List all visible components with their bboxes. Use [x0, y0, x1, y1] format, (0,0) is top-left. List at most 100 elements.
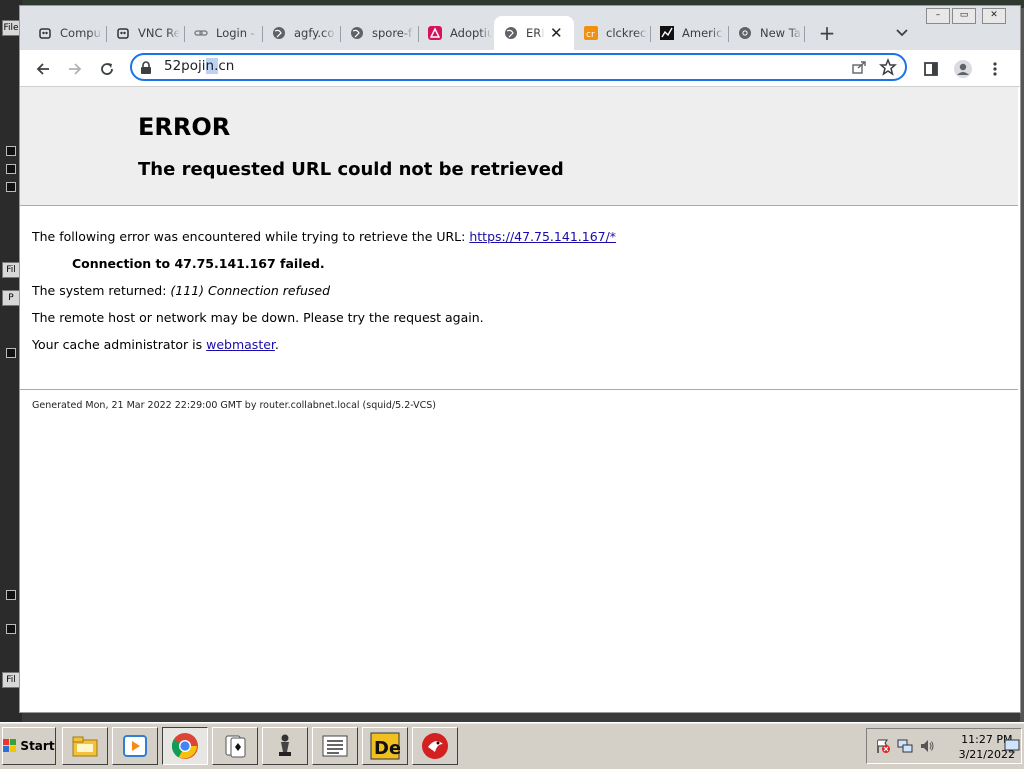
- page-title: ERROR: [138, 113, 231, 141]
- tab-title: Adoptiu: [450, 26, 492, 40]
- webmaster-link[interactable]: webmaster: [206, 337, 275, 352]
- taskbar-file-manager[interactable]: [62, 727, 108, 765]
- tab-title: clckreco: [606, 26, 648, 40]
- taskbar-media-player[interactable]: [112, 727, 158, 765]
- tab-title: Login -: [216, 26, 255, 40]
- svg-text:cr: cr: [586, 30, 595, 40]
- link-icon: [194, 26, 208, 40]
- address-input[interactable]: 52pojin.cn: [164, 58, 234, 74]
- back-arrow-icon: [36, 63, 49, 75]
- tab-agfy[interactable]: agfy.co: [262, 20, 338, 46]
- bookmark-star-icon[interactable]: [879, 57, 897, 80]
- background-menu-file-2[interactable]: Fil: [2, 262, 20, 278]
- tab-login[interactable]: Login -: [184, 20, 260, 46]
- reload-icon: [101, 63, 113, 75]
- lock-icon[interactable]: [140, 60, 152, 79]
- tab-vnc[interactable]: VNC Re: [106, 20, 182, 46]
- browser-window: – ▭ ✕ Computer VNC Re Login - agfy.co sp…: [20, 6, 1020, 712]
- tab-title: America: [682, 26, 724, 40]
- system-tray: 11:27 PM 3/21/2022: [866, 728, 1022, 764]
- page-subtitle: The requested URL could not be retrieved: [138, 159, 564, 180]
- show-desktop-icon[interactable]: [1004, 737, 1020, 753]
- side-panel-button[interactable]: [918, 56, 944, 82]
- tree-expander[interactable]: [6, 146, 16, 156]
- globe-icon: [504, 26, 518, 40]
- tab-computer[interactable]: Computer: [28, 20, 104, 46]
- svg-text:De: De: [374, 738, 400, 759]
- tab-title: spore-f: [372, 26, 413, 40]
- taskbar-chrome[interactable]: [162, 727, 208, 765]
- tab-title: New Ta: [760, 26, 801, 40]
- list-icon: [322, 735, 348, 757]
- robot-icon: [38, 26, 52, 40]
- url-link[interactable]: https://47.75.141.167/*: [469, 229, 616, 244]
- remote-host-message: The remote host or network may be down. …: [32, 310, 484, 325]
- tree-expander[interactable]: [6, 590, 16, 600]
- menu-button[interactable]: [982, 56, 1008, 82]
- generated-footer: Generated Mon, 21 Mar 2022 22:29:00 GMT …: [32, 400, 436, 411]
- taskbar-de-app[interactable]: De: [362, 727, 408, 765]
- reload-button[interactable]: [94, 56, 120, 82]
- action-center-flag-icon[interactable]: [875, 738, 891, 754]
- tab-title: VNC Re: [138, 26, 180, 40]
- de-icon: De: [370, 732, 400, 760]
- browser-toolbar: 52pojin.cn: [20, 50, 1020, 87]
- tab-title: agfy.co: [294, 26, 335, 40]
- taskbar-list-app[interactable]: [312, 727, 358, 765]
- cr-icon: cr: [584, 26, 598, 40]
- background-app-strip: File Fil P Fil: [0, 0, 22, 722]
- background-window-edge: [1020, 8, 1024, 722]
- chess-icon: [279, 734, 291, 756]
- tab-new-tab[interactable]: New Ta: [728, 20, 804, 46]
- avatar-icon: [954, 60, 972, 78]
- tab-strip: – ▭ ✕ Computer VNC Re Login - agfy.co sp…: [20, 6, 1020, 50]
- taskbar-cards-game[interactable]: [212, 727, 258, 765]
- maximize-button[interactable]: ▭: [952, 8, 976, 24]
- chart-icon: [660, 26, 674, 40]
- cache-admin-message: Your cache administrator is webmaster.: [32, 337, 279, 352]
- close-tab-icon[interactable]: ✕: [550, 24, 563, 42]
- forward-arrow-icon: [69, 63, 82, 75]
- address-selection: n.: [205, 58, 219, 74]
- forward-button[interactable]: [62, 56, 88, 82]
- taskbar: Start De 11:27 PM 3/21/2022: [0, 722, 1024, 769]
- tree-expander[interactable]: [6, 164, 16, 174]
- new-tab-button[interactable]: +: [814, 20, 840, 46]
- error-page: ERROR The requested URL could not be ret…: [20, 87, 1020, 712]
- minimize-button[interactable]: –: [926, 8, 950, 24]
- error-description: The following error was encountered whil…: [32, 229, 617, 244]
- error-header: ERROR The requested URL could not be ret…: [20, 87, 1018, 206]
- adoptium-icon: [428, 26, 442, 40]
- taskbar-red-bird-app[interactable]: [412, 727, 458, 765]
- tab-america[interactable]: America: [650, 20, 726, 46]
- background-menu-file-3[interactable]: Fil: [2, 672, 20, 688]
- connection-failed-message: Connection to 47.75.141.167 failed.: [72, 256, 325, 271]
- background-menu-p[interactable]: P: [2, 290, 20, 306]
- tree-expander[interactable]: [6, 182, 16, 192]
- tree-expander[interactable]: [6, 624, 16, 634]
- chrome-icon: [171, 733, 198, 759]
- tab-spore[interactable]: spore-f: [340, 20, 416, 46]
- close-window-button[interactable]: ✕: [982, 8, 1006, 24]
- network-icon[interactable]: [897, 738, 913, 754]
- profile-button[interactable]: [950, 56, 976, 82]
- back-button[interactable]: [30, 56, 56, 82]
- volume-icon[interactable]: [919, 738, 935, 754]
- share-icon[interactable]: [851, 59, 867, 79]
- tab-adoptium[interactable]: Adoptiu: [418, 20, 494, 46]
- taskbar-chess[interactable]: [262, 727, 308, 765]
- divider: [20, 389, 1018, 390]
- red-bird-icon: [422, 733, 448, 759]
- system-returned: The system returned: (111) Connection re…: [32, 283, 330, 298]
- cards-icon: [225, 735, 246, 758]
- file-manager-icon: [72, 736, 98, 757]
- tab-error-active[interactable]: ERR ✕: [494, 16, 574, 50]
- start-button[interactable]: Start: [2, 727, 56, 765]
- side-panel-icon: [924, 62, 938, 76]
- tab-clckreco[interactable]: cr clckreco: [574, 20, 650, 46]
- tab-title: Computer: [60, 26, 102, 40]
- tab-search-chevron-icon[interactable]: [892, 22, 912, 42]
- address-bar[interactable]: 52pojin.cn: [130, 53, 907, 81]
- background-menu-file[interactable]: File: [2, 20, 20, 36]
- tree-expander[interactable]: [6, 348, 16, 358]
